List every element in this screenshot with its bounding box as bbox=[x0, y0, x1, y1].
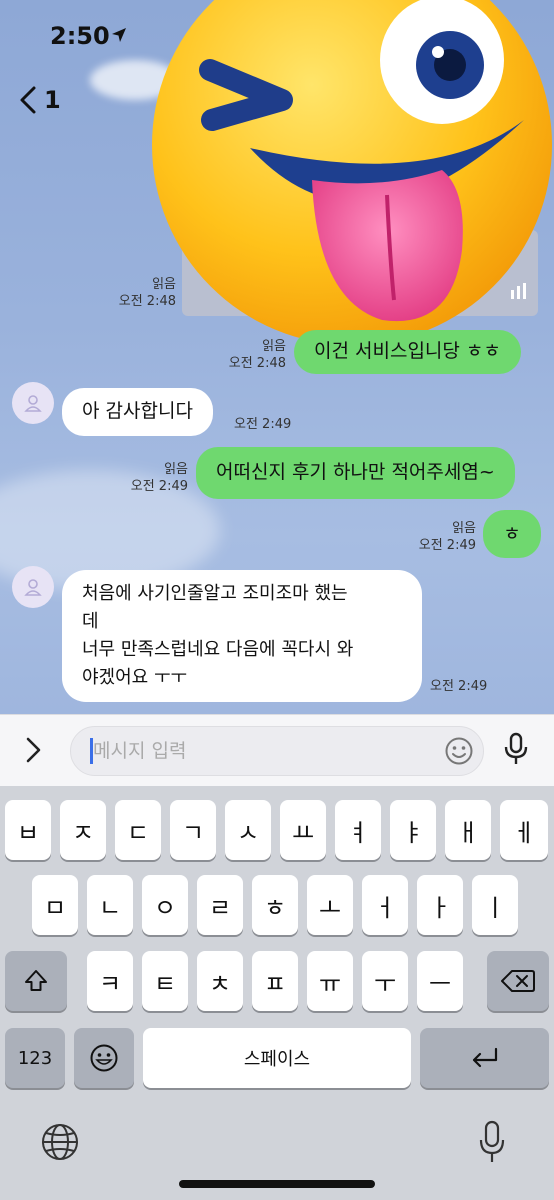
key[interactable]: ㅔ bbox=[500, 800, 548, 860]
key[interactable]: ㄷ bbox=[115, 800, 161, 860]
keyboard: ㅂ ㅈ ㄷ ㄱ ㅅ ㅛ ㅕ ㅑ ㅐ ㅔ ㅁ ㄴ ㅇ ㄹ ㅎ ㅗ ㅓ ㅏ ㅣ ㅋ … bbox=[0, 786, 554, 1200]
back-button[interactable]: 1 bbox=[18, 82, 78, 118]
key[interactable]: ㅌ bbox=[142, 951, 188, 1011]
home-indicator[interactable] bbox=[179, 1180, 375, 1188]
text-caret bbox=[90, 738, 93, 764]
key[interactable]: ㅗ bbox=[307, 875, 353, 935]
unread-count: 1 bbox=[44, 86, 61, 114]
their-message-bubble[interactable]: 아 감사합니다 bbox=[62, 388, 213, 436]
my-message-bubble[interactable]: 이건 서비스입니당 ㅎㅎ bbox=[294, 330, 521, 374]
message-meta: 읽음 오전 2:49 bbox=[408, 520, 476, 554]
key[interactable]: ㅍ bbox=[252, 951, 298, 1011]
my-message-bubble[interactable]: 어떠신지 후기 하나만 적어주세염~ bbox=[196, 447, 515, 499]
smiley-icon[interactable] bbox=[444, 736, 474, 766]
message-time: 오전 2:48 bbox=[228, 356, 286, 371]
location-arrow-icon bbox=[112, 28, 126, 42]
chevron-right-icon[interactable] bbox=[18, 735, 48, 765]
key[interactable]: ㅓ bbox=[362, 875, 408, 935]
shift-key[interactable] bbox=[5, 951, 67, 1011]
globe-icon[interactable] bbox=[40, 1122, 80, 1162]
delete-icon bbox=[501, 970, 535, 992]
key[interactable]: ㄴ bbox=[87, 875, 133, 935]
profile-avatar-icon bbox=[24, 395, 42, 412]
avatar[interactable] bbox=[12, 382, 54, 424]
space-key-label: 스페이스 bbox=[243, 1049, 311, 1070]
emoji-key[interactable] bbox=[74, 1028, 134, 1088]
key[interactable]: ㅠ bbox=[307, 951, 353, 1011]
numbers-key[interactable]: 123 bbox=[5, 1028, 65, 1088]
space-key[interactable]: 스페이스 bbox=[143, 1028, 411, 1088]
key[interactable]: ㅇ bbox=[142, 875, 188, 935]
message-line: 너무 만족스럽네요 다음에 꼭다시 와 bbox=[82, 639, 354, 660]
winking-tongue-emoji bbox=[152, 0, 552, 345]
key[interactable]: ㅑ bbox=[390, 800, 436, 860]
my-message-bubble[interactable]: ㅎ bbox=[483, 510, 541, 558]
message-line: 처음에 사기인줄알고 조미조마 했는 bbox=[82, 583, 348, 604]
avatar[interactable] bbox=[12, 566, 54, 608]
message-time: 오전 2:49 bbox=[130, 479, 188, 494]
key[interactable]: ㄱ bbox=[170, 800, 216, 860]
microphone-icon[interactable] bbox=[478, 1120, 506, 1164]
key[interactable]: ㄹ bbox=[197, 875, 243, 935]
key[interactable]: ㅛ bbox=[280, 800, 326, 860]
microphone-icon[interactable] bbox=[503, 732, 529, 766]
key[interactable]: ㅜ bbox=[362, 951, 408, 1011]
return-icon bbox=[472, 1047, 497, 1068]
message-input[interactable]: 메시지 입력 bbox=[70, 726, 484, 776]
key[interactable]: ㅣ bbox=[472, 875, 518, 935]
key[interactable]: ㅏ bbox=[417, 875, 463, 935]
key[interactable]: ㅁ bbox=[32, 875, 78, 935]
profile-avatar-icon bbox=[24, 579, 42, 596]
key[interactable]: ㅎ bbox=[252, 875, 298, 935]
emoji-key-icon bbox=[90, 1044, 118, 1072]
back-chevron-icon bbox=[20, 86, 36, 114]
key[interactable]: ㅋ bbox=[87, 951, 133, 1011]
message-time: 오전 2:49 bbox=[234, 417, 292, 432]
message-time: 오전 2:49 bbox=[418, 538, 476, 553]
read-receipt: 읽음 bbox=[452, 521, 476, 536]
their-message-bubble[interactable]: 처음에 사기인줄알고 조미조마 했는 데 너무 만족스럽네요 다음에 꼭다시 와… bbox=[62, 570, 422, 702]
key[interactable]: ㅈ bbox=[60, 800, 106, 860]
read-receipt: 읽음 bbox=[262, 339, 286, 354]
key[interactable]: ㅡ bbox=[417, 951, 463, 1011]
message-meta: 읽음 오전 2:48 bbox=[220, 338, 286, 372]
key[interactable]: ㅂ bbox=[5, 800, 51, 860]
message-line: 데 bbox=[82, 611, 99, 632]
return-key[interactable] bbox=[420, 1028, 549, 1088]
read-receipt: 읽음 bbox=[164, 462, 188, 477]
numbers-key-label: 123 bbox=[17, 1047, 53, 1069]
delete-key[interactable] bbox=[487, 951, 549, 1011]
key[interactable]: ㅅ bbox=[225, 800, 271, 860]
message-meta: 읽음 오전 2:49 bbox=[120, 461, 188, 495]
message-line: 야겠어요 ㅜㅜ bbox=[82, 667, 188, 688]
shift-icon bbox=[25, 970, 47, 991]
status-time: 2:50 bbox=[50, 22, 110, 50]
key[interactable]: ㅊ bbox=[197, 951, 243, 1011]
message-time: 오전 2:49 bbox=[430, 679, 488, 694]
key[interactable]: ㅕ bbox=[335, 800, 381, 860]
key[interactable]: ㅐ bbox=[445, 800, 491, 860]
